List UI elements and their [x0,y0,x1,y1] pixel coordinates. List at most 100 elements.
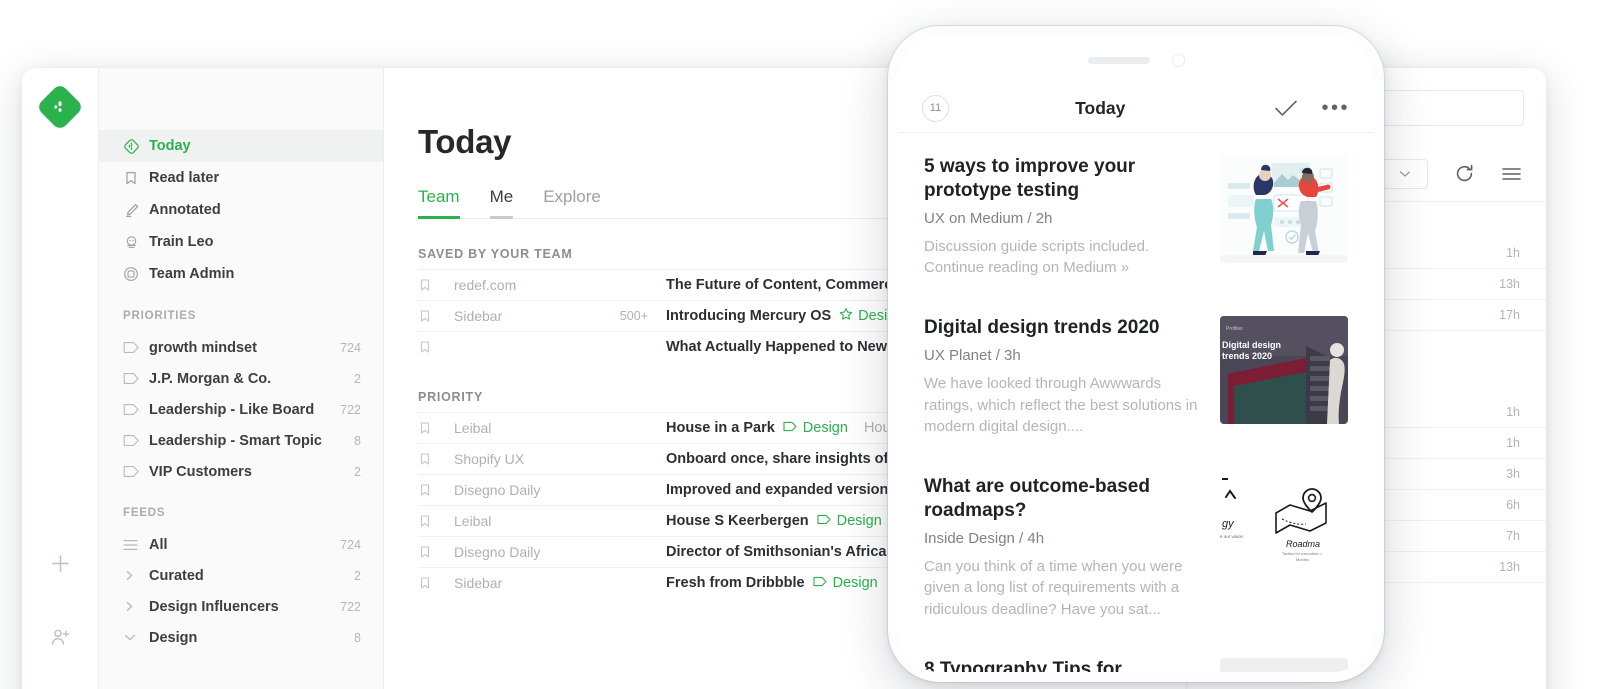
article-title[interactable]: What are outcome-based roadmaps? [924,475,1204,523]
leo-icon [123,234,149,251]
item-age: 13h [1499,277,1520,291]
article-snippet: Can you think of a time when you were gi… [924,558,1183,618]
sidebar-item-read-later[interactable]: Read later [99,162,383,194]
chevron-right-icon[interactable] [123,569,149,582]
row-title[interactable]: Introducing Mercury OS [666,308,831,324]
tag-icon [123,372,149,385]
bookmark-icon[interactable] [418,309,454,323]
priority-label: VIP Customers [149,463,252,480]
priority-item-leadership-like-board[interactable]: Leadership - Like Board 722 [99,394,383,425]
priority-label: Leadership - Smart Topic [149,432,322,449]
row-tag[interactable]: Design [783,420,848,436]
bookmark-icon[interactable] [418,452,454,466]
chevron-right-icon[interactable] [123,600,149,613]
feed-count: 722 [340,599,361,614]
row-source: Shopify UX [454,451,525,467]
article-card[interactable]: 5 ways to improve your prototype testing… [898,133,1374,278]
priority-label: growth mindset [149,339,257,356]
row-tag[interactable]: Design [817,513,882,529]
row-count: 500+ [619,309,648,323]
row-title[interactable]: Fresh from Dribbble [666,575,805,591]
priority-count: 2 [354,464,361,479]
article-card[interactable]: 8 Typography Tips for Designers: How to … [898,620,1374,672]
article-thumbnail[interactable]: Profiles Digital design trends 2020 [1220,316,1348,425]
item-age: 1h [1506,436,1520,450]
sidebar-item-today[interactable]: Today [99,130,383,162]
bookmark-icon [123,170,149,186]
priority-label: J.P. Morgan & Co. [149,370,272,387]
article-meta: UX on Medium / 2h [924,209,1053,227]
bookmark-icon[interactable] [418,421,454,435]
priority-label: Leadership - Like Board [149,401,315,418]
article-text: What are outcome-based roadmaps? Inside … [924,475,1204,620]
priorities-section-label: PRIORITIES [123,310,197,322]
priority-count: 724 [340,340,361,355]
article-thumbnail[interactable]: oRfo [1220,658,1348,672]
feedly-logo[interactable] [35,82,85,132]
article-thumbnail[interactable] [1220,155,1348,263]
star-icon [839,307,853,325]
unread-count-badge[interactable]: 11 [922,94,949,122]
sidebar-item-team-admin[interactable]: Team Admin [99,258,383,290]
bookmark-icon[interactable] [418,514,454,528]
feeds-section-label: FEEDS [123,507,166,519]
bookmark-icon[interactable] [418,576,454,590]
tab-team[interactable]: Team [418,187,460,219]
row-source: Disegno Daily [454,544,541,560]
tab-explore[interactable]: Explore [543,187,601,219]
row-title[interactable]: House S Keerbergen [666,513,809,529]
bookmark-icon[interactable] [418,483,454,497]
article-snippet: We have looked through Awwwards ratings,… [924,375,1198,435]
priority-item-growth-mindset[interactable]: growth mindset 724 [99,332,383,363]
row-title[interactable]: Onboard once, share insights often [666,451,910,467]
bookmark-icon[interactable] [418,278,454,292]
item-age: 1h [1506,405,1520,419]
overflow-menu-icon[interactable]: ••• [1321,98,1350,118]
mark-read-check-icon[interactable] [1273,98,1299,118]
priority-item-jp-morgan[interactable]: J.P. Morgan & Co. 2 [99,363,383,394]
row-source: redef.com [454,277,517,293]
article-title[interactable]: 8 Typography Tips for Designers: How to … [924,658,1204,672]
svg-text:Digital design: Digital design [1222,340,1281,350]
article-thumbnail[interactable]: gy e our vision Roadma Tactics for execu… [1220,475,1348,584]
feed-item-design[interactable]: Design 8 [99,622,383,653]
speaker-grille [1087,56,1150,64]
chevron-down-icon[interactable] [123,631,149,644]
sidebar: Today Read later Annotated Train Leo Tea… [99,68,384,689]
row-tag-label: Design [836,513,882,529]
hamburger-icon[interactable] [1501,166,1522,182]
list-icon [123,539,149,551]
item-age: 7h [1506,529,1520,543]
row-title[interactable]: House in a Park [666,420,775,436]
refresh-icon[interactable] [1454,163,1475,184]
article-card[interactable]: What are outcome-based roadmaps? Inside … [898,437,1374,620]
add-person-icon[interactable] [43,620,77,654]
row-tag[interactable]: Design [813,575,878,591]
row-source: Disegno Daily [454,482,541,498]
item-age: 6h [1506,498,1520,512]
sidebar-item-label: Today [149,138,191,154]
feed-item-curated[interactable]: Curated 2 [99,560,383,591]
bookmark-icon[interactable] [418,340,454,354]
feed-item-all[interactable]: All 724 [99,529,383,560]
phone-title: Today [1075,97,1126,118]
sidebar-item-train-leo[interactable]: Train Leo [99,226,383,258]
article-title[interactable]: 5 ways to improve your prototype testing [924,155,1204,203]
feed-item-design-influencers[interactable]: Design Influencers 722 [99,591,383,622]
priority-item-leadership-smart-topic[interactable]: Leadership - Smart Topic 8 [99,425,383,456]
tab-me[interactable]: Me [489,187,514,219]
add-icon[interactable] [43,546,77,580]
priority-count: 8 [354,433,361,448]
bookmark-icon[interactable] [418,545,454,559]
view-dropdown[interactable] [1382,158,1428,189]
article-card[interactable]: Digital design trends 2020 UX Planet / 3… [898,278,1374,437]
priority-item-vip-customers[interactable]: VIP Customers 2 [99,456,383,487]
priority-count: 2 [354,371,361,386]
row-source: Sidebar [454,308,503,324]
svg-text:trends 2020: trends 2020 [1222,351,1272,361]
tag-icon [123,465,149,478]
article-title[interactable]: Digital design trends 2020 [924,316,1204,340]
sidebar-item-label: Train Leo [149,234,214,250]
svg-text:Months: Months [1296,557,1309,562]
sidebar-item-annotated[interactable]: Annotated [99,194,383,226]
